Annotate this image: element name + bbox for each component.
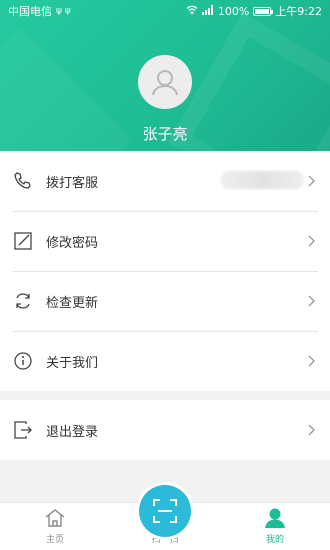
user-name: 张子亮 (142, 125, 188, 143)
info-icon (12, 350, 34, 372)
phone-number-redacted (220, 171, 304, 189)
carrier-label: 中国电信 (8, 5, 52, 18)
menu-item-label: 检查更新 (46, 295, 99, 311)
settings-menu: 拨打客服 修改密码 检查更新 关于我们 (0, 151, 330, 391)
menu-item-about-us[interactable]: 关于我们 (0, 331, 330, 391)
menu-item-check-update[interactable]: 检查更新 (0, 271, 330, 331)
refresh-icon (12, 290, 34, 312)
tab-home-label: 主页 (45, 535, 64, 545)
home-icon (44, 506, 66, 530)
usb-icon: ψ ψ (56, 6, 71, 16)
logout-section: 退出登录 (0, 400, 330, 460)
tab-mine-label: 我的 (265, 535, 284, 545)
menu-item-label: 修改密码 (46, 235, 99, 251)
chevron-right-icon (306, 175, 318, 187)
status-bar: 中国电信 ψ ψ 100% 上午9:22 (0, 0, 330, 22)
logout-button[interactable]: 退出登录 (0, 400, 330, 460)
signal-icon (201, 4, 214, 18)
menu-item-label: 拨打客服 (46, 175, 99, 191)
chevron-right-icon (306, 424, 318, 436)
scan-icon (153, 499, 177, 523)
tab-mine[interactable]: 我的 (220, 503, 330, 550)
phone-icon (12, 170, 34, 192)
wifi-icon (186, 5, 198, 18)
menu-item-label: 关于我们 (46, 355, 99, 371)
logout-icon (12, 419, 34, 441)
user-icon (264, 506, 286, 530)
clock: 上午9:22 (275, 5, 322, 18)
tab-home[interactable]: 主页 (0, 503, 110, 550)
battery-percent: 100% (217, 4, 250, 18)
battery-icon (253, 6, 274, 16)
chevron-right-icon (306, 235, 318, 247)
logout-label: 退出登录 (46, 424, 99, 440)
scan-button[interactable] (139, 485, 191, 537)
menu-item-call-service[interactable]: 拨打客服 (0, 151, 330, 211)
profile-header: 中国电信 ψ ψ 100% 上午9:22 张子亮 (0, 0, 330, 151)
chevron-right-icon (306, 295, 318, 307)
user-icon (152, 70, 178, 96)
menu-item-change-password[interactable]: 修改密码 (0, 211, 330, 271)
edit-icon (12, 230, 34, 252)
chevron-right-icon (306, 355, 318, 367)
avatar[interactable] (138, 55, 192, 109)
